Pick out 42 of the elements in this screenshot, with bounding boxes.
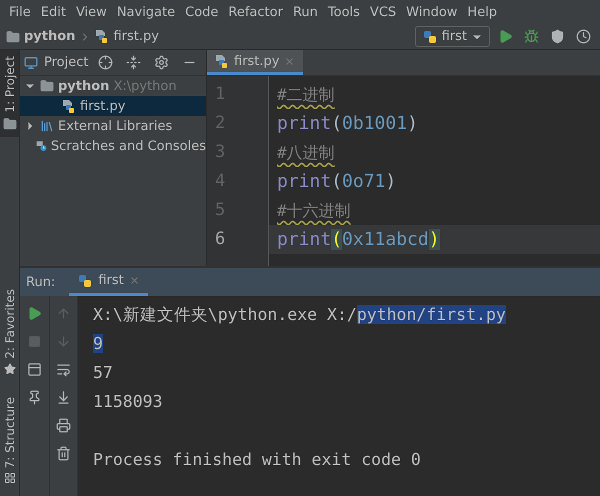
run-config-dropdown[interactable]: first [414,26,490,47]
breadcrumb-item[interactable]: first.py [113,29,159,44]
tree-item[interactable]: Scratches and Consoles [20,136,206,156]
monitor-icon [24,56,38,70]
python-file-icon [62,98,76,114]
tree-item[interactable]: first.py [20,96,206,116]
structure-icon [4,472,16,484]
menu-item[interactable]: Navigate [112,4,180,20]
menu-item[interactable]: View [70,4,112,20]
menu-item[interactable]: Edit [36,4,71,20]
console-line: Process finished with exit code 0 [93,449,422,471]
library-icon [40,119,54,133]
python-logo-icon [77,272,94,288]
folder-icon [2,116,16,131]
menu-item[interactable]: Help [462,4,502,20]
line-number: 6 [214,228,226,251]
python-file-icon [95,29,110,44]
tool-window-tab[interactable]: 1: Project [0,50,19,137]
menu-item[interactable]: Refactor [223,4,288,20]
menu-item[interactable]: File [4,4,36,20]
tree-item[interactable]: python X:\python [20,76,206,96]
menu-item[interactable]: Tools [322,4,365,20]
python-logo-icon [422,28,438,44]
console-line: X:\新建文件夹\python.exe X:/python/first.py [93,304,507,326]
run-label: Run: [26,274,56,290]
menu-item[interactable]: Code [180,4,224,20]
panel-title[interactable]: Project [44,55,88,70]
python-file-icon [215,54,229,68]
tool-window-tab[interactable]: 2: Favorites [0,282,19,381]
console-line: 57 [93,362,114,384]
editor-tab[interactable]: first.py [207,50,304,75]
menu-item[interactable]: VCS [364,4,402,20]
menu-item[interactable]: Window [401,4,462,20]
folder-icon [40,79,54,93]
console-line: 1158093 [93,391,164,413]
menu-item[interactable]: Run [288,4,323,20]
tool-window-tab[interactable]: 7: Structure [0,390,19,490]
breadcrumb-item[interactable]: python [24,29,76,44]
tree-item[interactable]: External Libraries [20,116,206,136]
star-icon [4,362,16,375]
folder-icon [6,30,20,44]
path-hint: X:\python [113,78,177,94]
